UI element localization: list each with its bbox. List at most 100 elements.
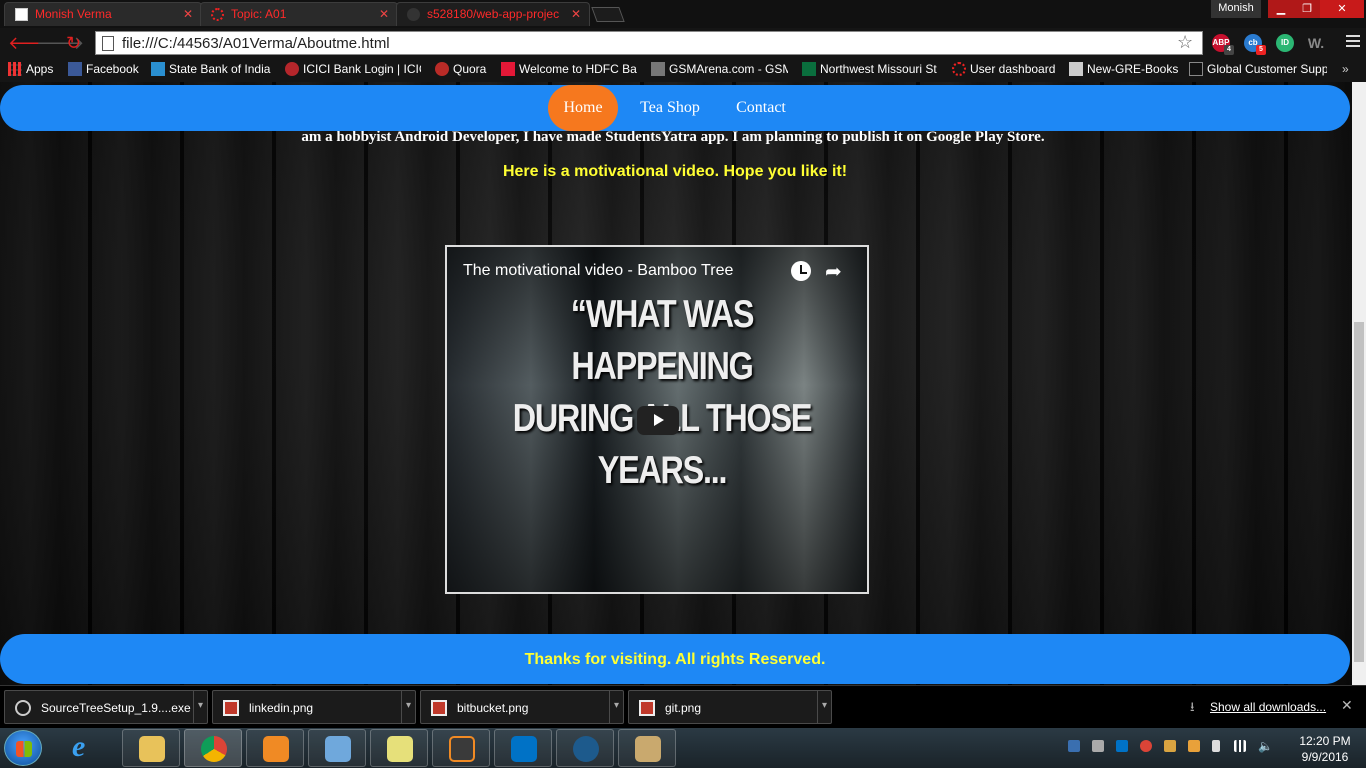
taskbar-date[interactable]: 9/9/2016 [1290, 750, 1360, 764]
hdfc-icon [501, 62, 515, 76]
bookmark-hdfc[interactable]: Welcome to HDFC Ba [501, 62, 637, 76]
download-item[interactable]: bitbucket.png ▾ [420, 690, 624, 724]
cb-badge: 5 [1256, 45, 1266, 55]
bookmark-facebook[interactable]: Facebook [68, 62, 139, 76]
bookmark-star-icon[interactable]: ☆ [1177, 32, 1193, 53]
tray-icon-security[interactable] [1188, 740, 1200, 752]
paint-icon [635, 736, 661, 762]
loading-spinner-icon [952, 62, 966, 76]
close-tab-icon[interactable]: ✕ [379, 7, 389, 21]
browser-tab-strip: Monish Verma ✕ Topic: A01 ✕ s528180/web-… [0, 0, 1366, 28]
watch-later-icon[interactable] [791, 261, 811, 281]
close-icon[interactable]: ✕ [1341, 697, 1353, 714]
taskbar-sourcetree[interactable] [556, 729, 614, 767]
windows-logo-icon [16, 741, 32, 757]
taskbar-chrome[interactable] [184, 729, 242, 767]
sublime-icon [449, 736, 475, 762]
url-text[interactable]: file:///C:/44563/A01Verma/Aboutme.html [122, 35, 390, 52]
tray-icon-outlook[interactable] [1116, 740, 1128, 752]
tab-topic-a01[interactable]: Topic: A01 ✕ [200, 2, 398, 26]
chevron-down-icon[interactable]: ▾ [401, 691, 415, 723]
more-bookmarks-icon[interactable]: » [1342, 62, 1349, 76]
quora-icon [435, 62, 449, 76]
chevron-down-icon[interactable]: ▾ [193, 691, 207, 723]
taskbar-time[interactable]: 12:20 PM [1290, 734, 1360, 748]
address-bar[interactable]: file:///C:/44563/A01Verma/Aboutme.html ☆ [95, 31, 1203, 55]
facebook-icon [68, 62, 82, 76]
nav-contact-link[interactable]: Contact [730, 85, 792, 131]
page-footer: Thanks for visiting. All rights Reserved… [0, 634, 1350, 684]
start-button[interactable] [4, 730, 42, 766]
global-support-icon [1189, 62, 1203, 76]
taskbar-paint[interactable] [618, 729, 676, 767]
taskbar-outlook[interactable] [494, 729, 552, 767]
download-item[interactable]: SourceTreeSetup_1.9....exe ▾ [4, 690, 208, 724]
taskbar-explorer[interactable] [122, 729, 180, 767]
volume-icon[interactable]: 🔈 [1258, 740, 1273, 752]
share-icon[interactable]: ➦ [825, 259, 842, 284]
minimize-button[interactable]: ▁ [1268, 0, 1294, 18]
tab-web-app-project[interactable]: s528180/web-app-projec ✕ [396, 2, 590, 26]
bookmark-global-support[interactable]: Global Customer Supp [1189, 62, 1327, 76]
apps-grid-icon [8, 62, 22, 76]
video-title[interactable]: The motivational video - Bamboo Tree [463, 262, 733, 280]
windows-taskbar: e 🔈 12:20 PM 9/9/2016 [0, 728, 1366, 768]
media-player-icon [263, 736, 289, 762]
page-viewport: am a hobbyist Android Developer, I have … [0, 82, 1352, 685]
close-tab-icon[interactable]: ✕ [571, 7, 581, 21]
signal-icon[interactable] [1234, 740, 1246, 752]
gsmarena-icon [651, 62, 665, 76]
download-item[interactable]: linkedin.png ▾ [212, 690, 416, 724]
tray-icon-onenote[interactable] [1092, 740, 1104, 752]
nav-tea-shop-link[interactable]: Tea Shop [636, 85, 704, 131]
w-icon[interactable]: W. [1307, 34, 1325, 52]
image-file-icon [431, 700, 447, 716]
taskbar-sublime[interactable] [432, 729, 490, 767]
chevron-down-icon[interactable]: ▾ [609, 691, 623, 723]
abp-badge: 4 [1224, 45, 1234, 55]
bookmark-quora[interactable]: Quora [435, 62, 486, 76]
bookmark-northwest[interactable]: Northwest Missouri St [802, 62, 938, 76]
bookmark-icici[interactable]: ICICI Bank Login | ICIC [285, 62, 421, 76]
maximize-button[interactable]: ❐ [1294, 0, 1320, 18]
internet-explorer-icon[interactable]: e [72, 730, 85, 764]
taskbar-virtualbox[interactable] [308, 729, 366, 767]
page-scrollbar[interactable] [1352, 82, 1366, 685]
close-tab-icon[interactable]: ✕ [183, 7, 193, 21]
sourcetree-icon [573, 736, 599, 762]
sticky-notes-icon [387, 736, 413, 762]
download-item[interactable]: git.png ▾ [628, 690, 832, 724]
video-intro-text: Here is a motivational video. Hope you l… [502, 163, 848, 180]
show-all-downloads-link[interactable]: Show all downloads... [1210, 700, 1326, 714]
tray-icon-storage[interactable] [1164, 740, 1176, 752]
chrome-icon [201, 736, 227, 762]
youtube-video-player[interactable]: The motivational video - Bamboo Tree ➦ “… [445, 245, 869, 594]
tab-monish-verma[interactable]: Monish Verma ✕ [4, 2, 202, 26]
downloads-bar: SourceTreeSetup_1.9....exe ▾ linkedin.pn… [0, 685, 1366, 728]
loading-spinner-icon [211, 8, 224, 21]
bookmark-sbi[interactable]: State Bank of India [151, 62, 270, 76]
nav-home-link[interactable]: Home [548, 85, 618, 131]
folder-icon [139, 736, 165, 762]
bookmark-apps[interactable]: Apps [8, 62, 53, 76]
chevron-down-icon[interactable]: ▾ [817, 691, 831, 723]
reload-icon[interactable]: ↻ [66, 34, 81, 52]
tray-icon-chrome[interactable] [1140, 740, 1152, 752]
taskbar-media-player[interactable] [246, 729, 304, 767]
scrollbar-thumb[interactable] [1354, 322, 1364, 662]
bookmark-user-dashboard[interactable]: User dashboard [952, 62, 1055, 76]
tab-title: Topic: A01 [231, 7, 287, 21]
taskbar-sticky-notes[interactable] [370, 729, 428, 767]
id-icon[interactable]: ID [1276, 34, 1294, 52]
tray-icon-network-manager[interactable] [1068, 740, 1080, 752]
chrome-menu-icon[interactable] [1346, 35, 1360, 50]
new-tab-button[interactable] [591, 7, 625, 22]
bookmark-gre-books[interactable]: New-GRE-Books [1069, 62, 1178, 76]
battery-icon[interactable] [1212, 740, 1220, 752]
profile-button[interactable]: Monish [1211, 0, 1261, 18]
page-icon [102, 36, 114, 51]
image-file-icon [223, 700, 239, 716]
close-window-button[interactable]: ✕ [1320, 0, 1364, 18]
bookmark-gsmarena[interactable]: GSMArena.com - GSM [651, 62, 788, 76]
play-button-icon[interactable] [637, 406, 679, 435]
